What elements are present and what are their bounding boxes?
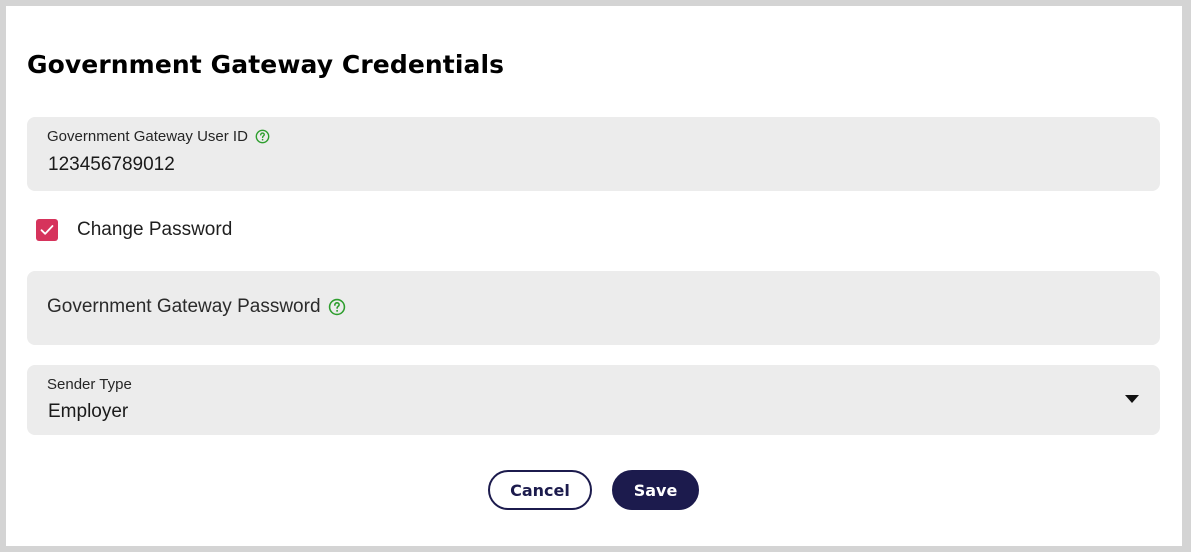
password-field[interactable]: Government Gateway Password — [27, 271, 1160, 345]
sender-type-value[interactable]: Employer — [48, 401, 128, 423]
save-button[interactable]: Save — [612, 470, 699, 510]
checkmark-icon — [40, 225, 54, 235]
password-placeholder-row[interactable]: Government Gateway Password — [47, 296, 346, 318]
question-circle-icon[interactable] — [255, 129, 270, 144]
change-password-checkbox[interactable] — [36, 219, 58, 241]
credentials-dialog: Government Gateway Credentials Governmen… — [6, 6, 1182, 546]
change-password-row[interactable]: Change Password — [36, 219, 232, 241]
sender-type-select[interactable]: Sender Type Employer — [27, 365, 1160, 435]
password-placeholder: Government Gateway Password — [47, 296, 321, 317]
sender-type-label: Sender Type — [47, 376, 132, 393]
user-id-label: Government Gateway User ID — [47, 128, 248, 145]
user-id-value[interactable]: 123456789012 — [48, 154, 175, 176]
cancel-button[interactable]: Cancel — [488, 470, 592, 510]
user-id-field[interactable]: Government Gateway User ID 123456789012 — [27, 117, 1160, 191]
dialog-title: Government Gateway Credentials — [27, 50, 505, 79]
caret-down-icon[interactable] — [1125, 395, 1139, 403]
change-password-label[interactable]: Change Password — [77, 219, 232, 241]
question-circle-icon[interactable] — [328, 298, 346, 316]
user-id-label-row: Government Gateway User ID — [47, 128, 270, 145]
